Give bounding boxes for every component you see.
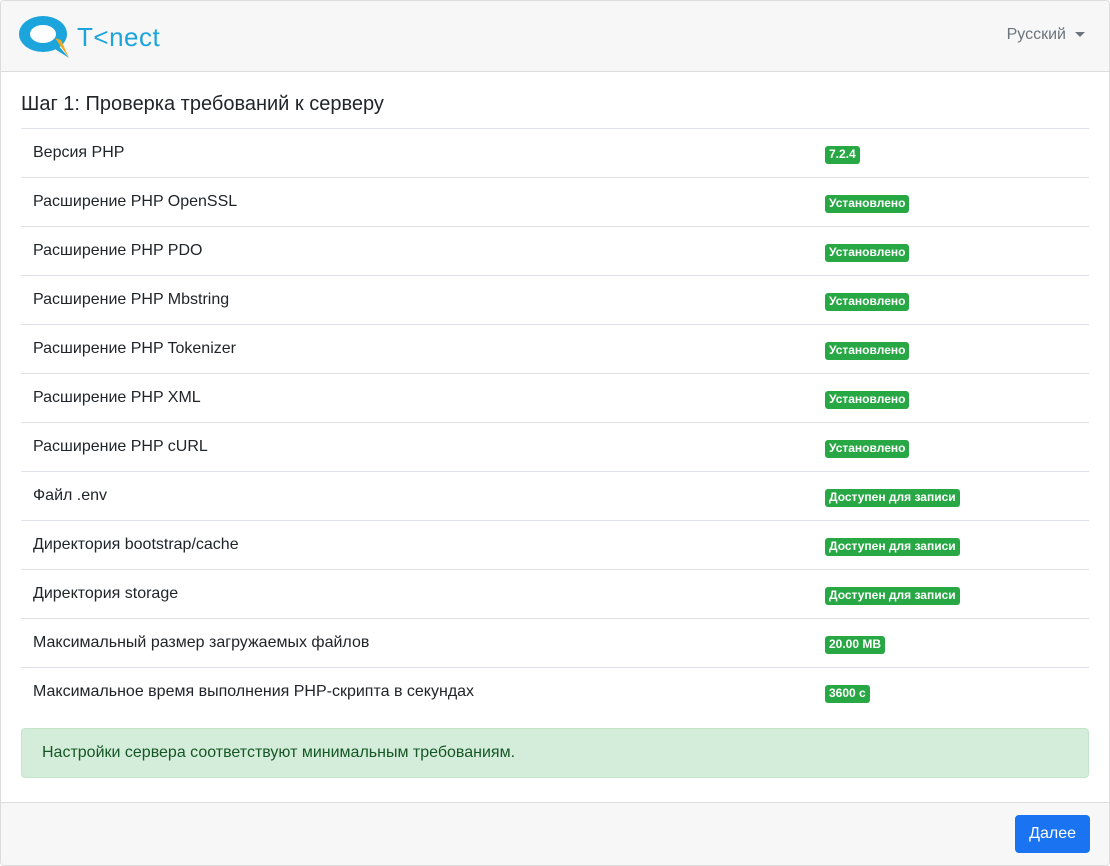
requirement-status-cell: Установлено <box>813 226 1089 276</box>
requirement-status-cell: 20.00 MB <box>813 618 1089 668</box>
requirements-table: Версия PHP 7.2.4 Расширение PHP OpenSSL Уст… <box>21 128 1089 716</box>
status-badge: Доступен для записи <box>825 537 960 556</box>
logo-icon <box>19 16 69 58</box>
success-message: Настройки сервера соответствуют минималь… <box>42 744 516 761</box>
success-alert: Настройки сервера соответствуют минималь… <box>21 728 1089 778</box>
footer: Далее <box>1 802 1109 865</box>
table-row: Максимальный размер загружаемых файлов 20… <box>21 618 1089 668</box>
logo-text: T<nect <box>77 22 161 52</box>
status-badge: Доступен для записи <box>825 488 960 507</box>
table-row: Файл .env Доступен для записи <box>21 471 1089 521</box>
language-label: Русский <box>1006 26 1066 43</box>
language-dropdown[interactable]: Русский <box>1007 26 1085 44</box>
status-badge: Установлено <box>825 439 910 458</box>
status-badge: Установлено <box>825 292 910 311</box>
requirement-name: Расширение PHP Tokenizer <box>21 324 813 374</box>
requirement-status-cell: Установлено <box>813 324 1089 374</box>
requirement-status-cell: Доступен для записи <box>813 520 1089 570</box>
installer-card: T<nect Русский Шаг 1: Проверка требовани… <box>0 0 1110 866</box>
requirement-name: Расширение PHP OpenSSL <box>21 177 813 227</box>
caret-down-icon <box>1075 31 1085 37</box>
next-button[interactable]: Далее <box>1015 815 1090 853</box>
requirement-status-cell: Установлено <box>813 177 1089 227</box>
main-content: Шаг 1: Проверка требований к серверу Вер… <box>1 72 1109 778</box>
logo: T<nect <box>17 14 160 60</box>
requirement-name: Расширение PHP Mbstring <box>21 275 813 325</box>
status-badge: Установлено <box>825 243 910 262</box>
requirement-status-cell: 7.2.4 <box>813 128 1089 178</box>
table-row: Расширение PHP Mbstring Установлено <box>21 275 1089 325</box>
table-row: Расширение PHP OpenSSL Установлено <box>21 177 1089 227</box>
page-title: Шаг 1: Проверка требований к серверу <box>21 93 384 115</box>
table-row: Расширение PHP Tokenizer Установлено <box>21 324 1089 374</box>
requirement-name: Версия PHP <box>21 128 813 178</box>
table-row: Максимальное время выполнения PHP-скрипт… <box>21 667 1089 716</box>
header: T<nect Русский <box>1 1 1109 72</box>
table-row: Расширение PHP cURL Установлено <box>21 422 1089 472</box>
table-row: Директория bootstrap/cache Доступен для з… <box>21 520 1089 570</box>
requirement-name: Максимальное время выполнения PHP-скрипт… <box>21 667 813 716</box>
requirement-name: Директория storage <box>21 569 813 619</box>
requirement-status-cell: Доступен для записи <box>813 471 1089 521</box>
status-badge: Доступен для записи <box>825 586 960 605</box>
requirement-status-cell: Установлено <box>813 373 1089 423</box>
table-row: Расширение PHP XML Установлено <box>21 373 1089 423</box>
requirement-status-cell: 3600 с <box>813 667 1089 716</box>
requirement-name: Расширение PHP PDO <box>21 226 813 276</box>
table-row: Расширение PHP PDO Установлено <box>21 226 1089 276</box>
status-badge: 20.00 MB <box>825 635 886 654</box>
status-badge: 3600 с <box>825 684 870 703</box>
requirement-status-cell: Установлено <box>813 275 1089 325</box>
status-badge: Установлено <box>825 194 910 213</box>
requirement-name: Файл .env <box>21 471 813 521</box>
requirement-status-cell: Установлено <box>813 422 1089 472</box>
status-badge: Установлено <box>825 390 910 409</box>
table-row: Версия PHP 7.2.4 <box>21 128 1089 178</box>
status-badge: 7.2.4 <box>825 145 860 164</box>
table-row: Директория storage Доступен для записи <box>21 569 1089 619</box>
status-badge: Установлено <box>825 341 910 360</box>
requirement-name: Директория bootstrap/cache <box>21 520 813 570</box>
requirement-name: Расширение PHP cURL <box>21 422 813 472</box>
requirement-name: Расширение PHP XML <box>21 373 813 423</box>
requirement-name: Максимальный размер загружаемых файлов <box>21 618 813 668</box>
requirement-status-cell: Доступен для записи <box>813 569 1089 619</box>
